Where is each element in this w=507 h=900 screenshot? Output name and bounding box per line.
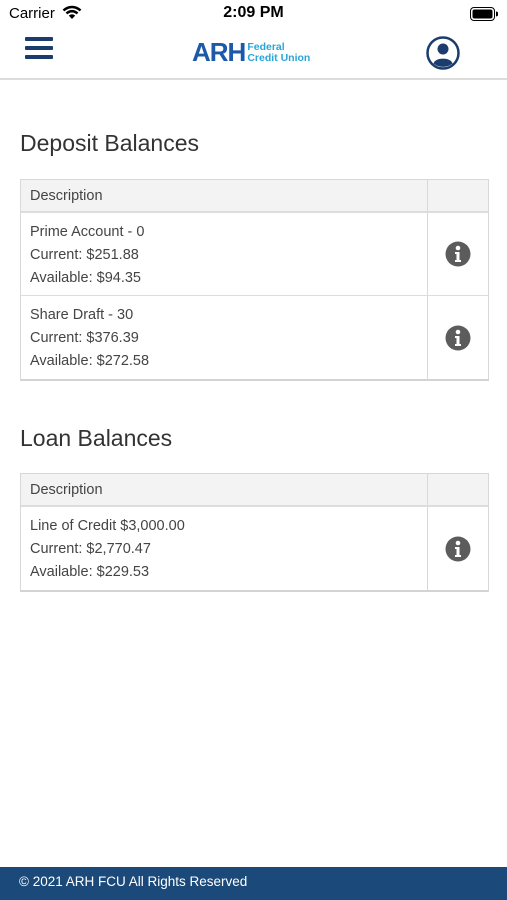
available-balance: Available: $229.53 (30, 564, 150, 580)
info-cell (428, 213, 488, 295)
account-name: Share Draft - 30 (30, 307, 134, 323)
current-balance: Current: $2,770.47 (30, 541, 151, 557)
footer: © 2021 ARH FCU All Rights Reserved (0, 867, 507, 900)
logo-main-text: ARH (192, 37, 246, 67)
deposit-balances-table: Description Prime Account - 0 Current: $… (20, 179, 489, 381)
description-column-header: Description (21, 474, 428, 505)
current-balance: Current: $251.88 (30, 247, 139, 263)
account-description: Prime Account - 0 Current: $251.88 Avail… (21, 213, 428, 295)
user-account-icon[interactable] (426, 36, 460, 70)
hamburger-menu-icon[interactable] (25, 37, 53, 61)
info-cell (428, 507, 488, 590)
info-icon[interactable] (445, 536, 471, 562)
logo-sub-line2: Credit Union (247, 52, 311, 64)
table-row: Line of Credit $3,000.00 Current: $2,770… (21, 507, 488, 590)
account-name: Prime Account - 0 (30, 224, 145, 240)
table-row: Share Draft - 30 Current: $376.39 Availa… (21, 296, 488, 379)
action-column-header (428, 180, 488, 211)
deposit-balances-title: Deposit Balances (20, 130, 199, 156)
table-header: Description (21, 474, 488, 507)
action-column-header (428, 474, 488, 505)
table-row: Prime Account - 0 Current: $251.88 Avail… (21, 213, 488, 296)
info-icon[interactable] (445, 241, 471, 267)
arh-logo: ARH Federal Credit Union (192, 38, 310, 66)
account-name: Line of Credit $3,000.00 (30, 518, 185, 534)
account-description: Line of Credit $3,000.00 Current: $2,770… (21, 507, 428, 590)
nav-bar: ARH Federal Credit Union (0, 28, 507, 80)
available-balance: Available: $272.58 (30, 353, 150, 369)
clock: 2:09 PM (223, 4, 284, 21)
status-bar: Carrier 2:09 PM (0, 0, 507, 28)
loan-balances-table: Description Line of Credit $3,000.00 Cur… (20, 473, 489, 592)
loan-balances-title: Loan Balances (20, 425, 173, 451)
logo-sub-text: Federal Credit Union (247, 42, 310, 64)
account-description: Share Draft - 30 Current: $376.39 Availa… (21, 296, 428, 379)
current-balance: Current: $376.39 (30, 330, 139, 346)
info-icon[interactable] (445, 325, 471, 351)
copyright-text: © 2021 ARH FCU All Rights Reserved (19, 874, 248, 889)
info-cell (428, 296, 488, 379)
available-balance: Available: $94.35 (30, 270, 141, 286)
battery-icon (470, 7, 498, 21)
description-column-header: Description (21, 180, 428, 211)
table-header: Description (21, 180, 488, 213)
